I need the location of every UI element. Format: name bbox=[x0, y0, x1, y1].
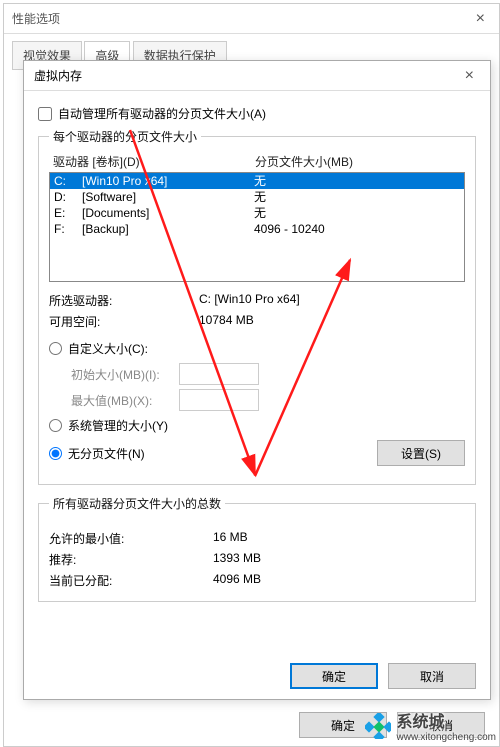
free-space-value: 10784 MB bbox=[199, 313, 465, 330]
drive-size: 无 bbox=[254, 189, 462, 205]
rec-value: 1393 MB bbox=[213, 551, 465, 568]
drive-size: 无 bbox=[254, 173, 462, 189]
drive-listbox[interactable]: C: [Win10 Pro x64] 无 D: [Software] 无 E: … bbox=[49, 172, 465, 282]
outer-titlebar: 性能选项 × bbox=[4, 4, 499, 34]
drive-letter: F: bbox=[52, 221, 82, 237]
no-paging-file-label: 无分页文件(N) bbox=[68, 445, 145, 462]
drive-row-e[interactable]: E: [Documents] 无 bbox=[50, 205, 464, 221]
col-size-header: 分页文件大小(MB) bbox=[255, 153, 461, 170]
inner-close-icon[interactable]: × bbox=[459, 61, 480, 91]
custom-size-radio[interactable] bbox=[49, 342, 62, 355]
custom-size-label: 自定义大小(C): bbox=[68, 340, 148, 357]
summary-group: 所有驱动器分页文件大小的总数 允许的最小值:16 MB 推荐:1393 MB 当… bbox=[38, 495, 476, 602]
ok-button[interactable]: 确定 bbox=[290, 663, 378, 689]
cur-label: 当前已分配: bbox=[49, 572, 213, 589]
summary-legend: 所有驱动器分页文件大小的总数 bbox=[49, 495, 225, 512]
no-paging-file-radio[interactable] bbox=[49, 447, 62, 460]
selected-drive-label: 所选驱动器: bbox=[49, 292, 199, 309]
watermark-url: www.xitongcheng.com bbox=[397, 732, 497, 743]
drive-row-c[interactable]: C: [Win10 Pro x64] 无 bbox=[50, 173, 464, 189]
inner-title: 虚拟内存 bbox=[34, 61, 82, 91]
max-size-input bbox=[179, 389, 259, 411]
drive-row-d[interactable]: D: [Software] 无 bbox=[50, 189, 464, 205]
cancel-button[interactable]: 取消 bbox=[388, 663, 476, 689]
selected-drive-value: C: [Win10 Pro x64] bbox=[199, 292, 465, 309]
free-space-label: 可用空间: bbox=[49, 313, 199, 330]
watermark-text: 系统城 bbox=[397, 708, 497, 732]
col-drive-header: 驱动器 [卷标](D) bbox=[53, 153, 255, 170]
watermark: 系统城 www.xitongcheng.com bbox=[365, 708, 497, 743]
dialog-content: 自动管理所有驱动器的分页文件大小(A) 每个驱动器的分页文件大小 驱动器 [卷标… bbox=[24, 91, 490, 622]
system-managed-label: 系统管理的大小(Y) bbox=[68, 417, 168, 434]
drive-volume: [Backup] bbox=[82, 221, 254, 237]
inner-titlebar: 虚拟内存 × bbox=[24, 61, 490, 91]
system-managed-radio[interactable] bbox=[49, 419, 62, 432]
initial-size-label: 初始大小(MB)(I): bbox=[71, 366, 179, 383]
initial-size-input bbox=[179, 363, 259, 385]
auto-manage-checkbox[interactable] bbox=[38, 107, 52, 121]
auto-manage-label: 自动管理所有驱动器的分页文件大小(A) bbox=[58, 105, 266, 122]
drive-volume: [Win10 Pro x64] bbox=[82, 173, 254, 189]
outer-title: 性能选项 bbox=[12, 4, 60, 34]
per-drive-group: 每个驱动器的分页文件大小 驱动器 [卷标](D) 分页文件大小(MB) C: [… bbox=[38, 128, 476, 485]
drive-row-f[interactable]: F: [Backup] 4096 - 10240 bbox=[50, 221, 464, 237]
drive-letter: D: bbox=[52, 189, 82, 205]
min-value: 16 MB bbox=[213, 530, 465, 547]
drive-volume: [Documents] bbox=[82, 205, 254, 221]
drive-size: 4096 - 10240 bbox=[254, 221, 462, 237]
per-drive-legend: 每个驱动器的分页文件大小 bbox=[49, 128, 201, 145]
cur-value: 4096 MB bbox=[213, 572, 465, 589]
virtual-memory-dialog: 虚拟内存 × 自动管理所有驱动器的分页文件大小(A) 每个驱动器的分页文件大小 … bbox=[23, 60, 491, 700]
set-button[interactable]: 设置(S) bbox=[377, 440, 465, 466]
min-label: 允许的最小值: bbox=[49, 530, 213, 547]
max-size-label: 最大值(MB)(X): bbox=[71, 392, 179, 409]
drive-size: 无 bbox=[254, 205, 462, 221]
rec-label: 推荐: bbox=[49, 551, 213, 568]
close-icon[interactable]: × bbox=[470, 4, 491, 34]
drive-letter: E: bbox=[52, 205, 82, 221]
drive-letter: C: bbox=[52, 173, 82, 189]
watermark-logo-icon bbox=[365, 713, 391, 739]
drive-volume: [Software] bbox=[82, 189, 254, 205]
